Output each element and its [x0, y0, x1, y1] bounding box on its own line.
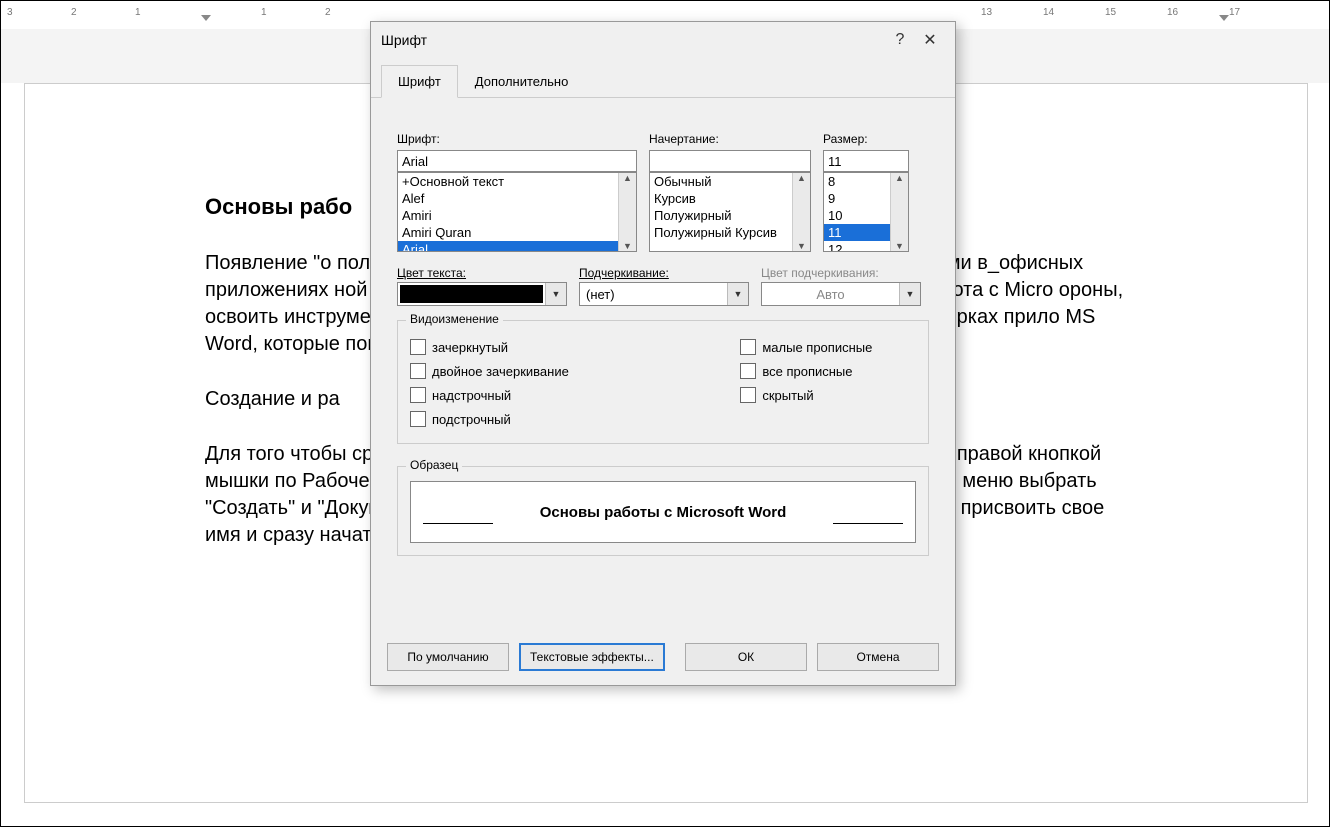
chevron-down-icon: ▼ [727, 283, 748, 305]
chk-double-strike[interactable]: двойное зачеркивание [410, 363, 638, 379]
underline-color-value: Авто [762, 287, 899, 302]
style-option[interactable]: Полужирный [650, 207, 810, 224]
style-option[interactable]: Курсив [650, 190, 810, 207]
size-list-scrollbar[interactable]: ▲▼ [890, 173, 908, 251]
font-option[interactable]: +Основной текст [398, 173, 636, 190]
preview-text: Основы работы с Microsoft Word [540, 504, 787, 521]
help-button[interactable]: ? [885, 31, 915, 49]
preview-legend: Образец [406, 458, 462, 472]
label-size: Размер: [823, 132, 909, 146]
font-list-scrollbar[interactable]: ▲▼ [618, 173, 636, 251]
size-listbox[interactable]: 8 9 10 11 12 ▲▼ [823, 172, 909, 252]
dialog-tabs: Шрифт Дополнительно [371, 64, 955, 98]
checkbox-icon [410, 339, 426, 355]
preview-box: Основы работы с Microsoft Word [410, 481, 916, 543]
chk-subscript[interactable]: подстрочный [410, 411, 638, 427]
font-listbox[interactable]: +Основной текст Alef Amiri Amiri Quran A… [397, 172, 637, 252]
indent-marker-left[interactable] [201, 15, 211, 21]
style-option[interactable]: Обычный [650, 173, 810, 190]
size-input[interactable] [823, 150, 909, 172]
style-list-scrollbar[interactable]: ▲▼ [792, 173, 810, 251]
label-style: Начертание: [649, 132, 811, 146]
preview-group: Образец Основы работы с Microsoft Word [397, 466, 929, 556]
underline-combo[interactable]: (нет) ▼ [579, 282, 749, 306]
checkbox-icon [740, 339, 756, 355]
tab-advanced[interactable]: Дополнительно [458, 65, 586, 98]
cancel-button[interactable]: Отмена [817, 643, 939, 671]
effects-group: Видоизменение зачеркнутый двойное зачерк… [397, 320, 929, 444]
chevron-down-icon: ▼ [899, 283, 920, 305]
font-color-combo[interactable]: ▼ [397, 282, 567, 306]
font-option[interactable]: Amiri [398, 207, 636, 224]
label-font-color: Цвет текста: [397, 266, 567, 280]
checkbox-icon [740, 387, 756, 403]
close-button[interactable]: ✕ [915, 30, 945, 50]
preview-line [423, 523, 493, 524]
chk-smallcaps[interactable]: малые прописные [740, 339, 916, 355]
font-color-swatch [400, 285, 543, 303]
chk-strike[interactable]: зачеркнутый [410, 339, 638, 355]
font-option[interactable]: Amiri Quran [398, 224, 636, 241]
underline-color-combo: Авто ▼ [761, 282, 921, 306]
chevron-down-icon: ▼ [545, 283, 566, 305]
default-button[interactable]: По умолчанию [387, 643, 509, 671]
font-dialog: Шрифт ? ✕ Шрифт Дополнительно Шрифт: +Ос… [370, 21, 956, 686]
label-font: Шрифт: [397, 132, 637, 146]
dialog-button-row: По умолчанию Текстовые эффекты... ОК Отм… [371, 633, 955, 685]
chk-hidden[interactable]: скрытый [740, 387, 916, 403]
text-effects-button[interactable]: Текстовые эффекты... [519, 643, 665, 671]
checkbox-icon [410, 363, 426, 379]
style-listbox[interactable]: Обычный Курсив Полужирный Полужирный Кур… [649, 172, 811, 252]
checkbox-icon [410, 411, 426, 427]
font-option[interactable]: Alef [398, 190, 636, 207]
label-underline-color: Цвет подчеркивания: [761, 266, 921, 280]
effects-legend: Видоизменение [406, 312, 503, 326]
dialog-title: Шрифт [381, 32, 885, 48]
checkbox-icon [410, 387, 426, 403]
checkbox-icon [740, 363, 756, 379]
label-underline: Подчеркивание: [579, 266, 749, 280]
style-input[interactable] [649, 150, 811, 172]
chk-allcaps[interactable]: все прописные [740, 363, 916, 379]
underline-value: (нет) [580, 287, 727, 302]
tab-font[interactable]: Шрифт [381, 65, 458, 98]
dialog-titlebar[interactable]: Шрифт ? ✕ [371, 22, 955, 58]
chk-superscript[interactable]: надстрочный [410, 387, 638, 403]
font-input[interactable] [397, 150, 637, 172]
indent-marker-right[interactable] [1219, 15, 1229, 21]
font-option-selected[interactable]: Arial [398, 241, 636, 252]
preview-line [833, 523, 903, 524]
style-option[interactable]: Полужирный Курсив [650, 224, 810, 241]
ok-button[interactable]: ОК [685, 643, 807, 671]
